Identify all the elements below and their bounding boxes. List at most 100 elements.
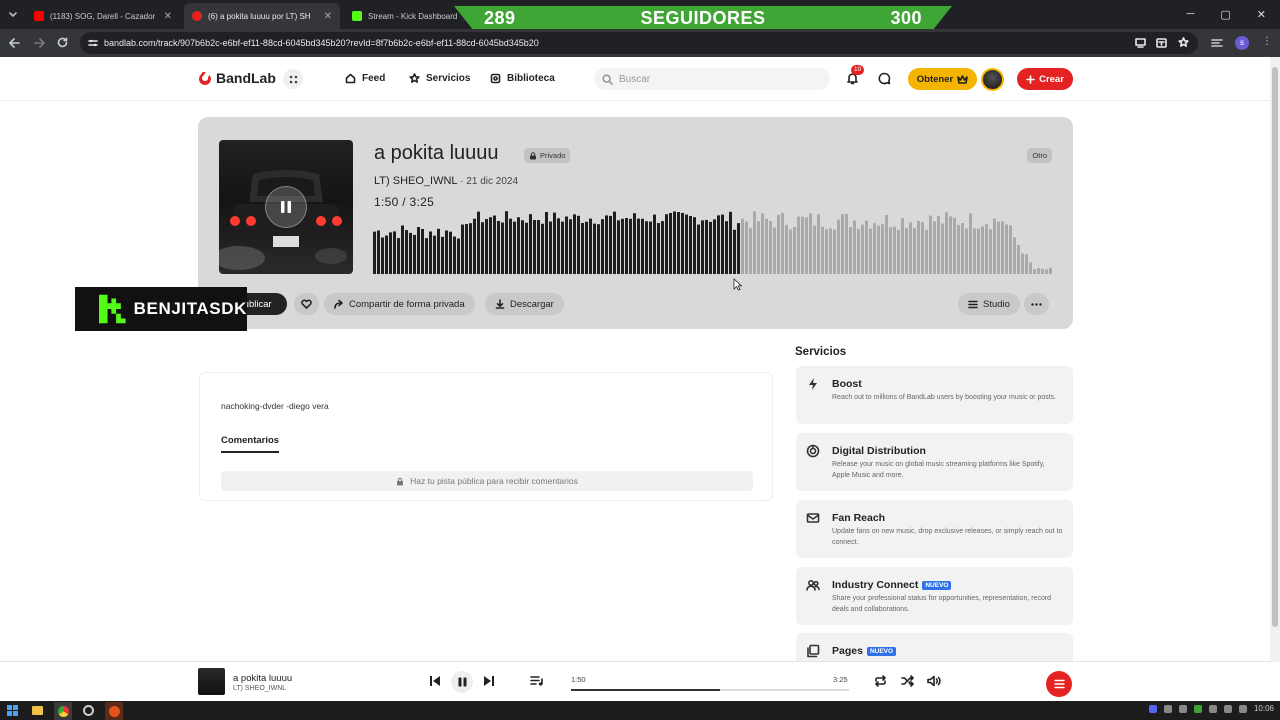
track-cover-art[interactable] — [219, 140, 353, 274]
browser-tab-youtube[interactable]: (1183) SOG, Darell - Cazador (V ✕ — [26, 3, 180, 29]
pause-overlay-button[interactable] — [265, 186, 307, 228]
youtube-icon — [34, 11, 44, 21]
reload-icon[interactable] — [57, 37, 68, 48]
browser-menu-icon[interactable]: ⋮ — [1262, 37, 1272, 47]
player-cover-thumb[interactable] — [198, 668, 225, 695]
download-button[interactable]: Descargar — [485, 293, 564, 315]
minimize-icon[interactable]: ─ — [1187, 8, 1195, 21]
player-progress-bar[interactable] — [571, 689, 849, 691]
previous-icon[interactable] — [429, 675, 441, 687]
tab-search-icon[interactable] — [8, 9, 18, 19]
like-button[interactable] — [294, 293, 319, 315]
wifi-icon[interactable] — [1223, 704, 1232, 713]
waveform-bar — [1017, 244, 1020, 274]
next-icon[interactable] — [483, 675, 495, 687]
waveform-bar — [461, 224, 464, 274]
repeat-icon[interactable] — [874, 675, 887, 687]
waveform-bar — [693, 217, 696, 274]
waveform-bar — [1013, 237, 1016, 274]
waveform-bar — [1045, 269, 1048, 274]
settings-icon[interactable] — [1208, 704, 1217, 713]
apps-grid-icon[interactable] — [283, 69, 303, 89]
waveform-bar — [505, 211, 508, 274]
translate-icon[interactable] — [1156, 38, 1167, 48]
more-options-button[interactable] — [1024, 293, 1049, 315]
queue-button[interactable] — [1046, 671, 1072, 697]
chrome-icon[interactable] — [54, 702, 72, 720]
notifications-button[interactable]: 10 — [846, 65, 865, 85]
scrollbar-thumb[interactable] — [1272, 67, 1278, 627]
close-tab-icon[interactable]: ✕ — [324, 11, 332, 22]
queue-music-icon[interactable] — [530, 675, 543, 687]
page-scrollbar[interactable] — [1270, 57, 1280, 662]
user-avatar[interactable] — [981, 68, 1004, 91]
waveform-bar — [417, 227, 420, 274]
waveform-bar — [861, 224, 864, 274]
waveform-bar — [753, 211, 756, 274]
more-icon — [1031, 302, 1042, 306]
service-desc: Share your professional status for oppor… — [832, 595, 1052, 613]
player-artist[interactable]: LT) SHEO_IWNL — [233, 685, 286, 692]
nav-feed[interactable]: Feed — [345, 73, 385, 84]
share-private-button[interactable]: Compartir de forma privada — [324, 293, 475, 315]
waveform-bar — [805, 217, 808, 274]
player-track-title[interactable]: a pokita luuuu — [233, 673, 292, 684]
mail-icon — [806, 511, 820, 525]
service-digital-distribution[interactable]: Digital Distribution Release your music … — [796, 433, 1073, 491]
forward-icon[interactable] — [34, 38, 45, 48]
waveform-bar — [801, 216, 804, 274]
artist-name[interactable]: LT) SHEO_IWNL — [374, 175, 457, 187]
browser-tab-bandlab[interactable]: (6) a pokita luuuu por LT) SH ✕ — [184, 3, 340, 29]
messages-icon[interactable] — [878, 72, 891, 85]
extensions-icon[interactable] — [1211, 38, 1223, 48]
play-pause-button[interactable] — [451, 671, 473, 693]
browser-toolbar: bandlab.com/track/907b6b2c-e6bf-ef11-88c… — [0, 29, 1280, 57]
tab-comentarios[interactable]: Comentarios — [221, 435, 280, 453]
waveform-bar — [685, 214, 688, 274]
install-icon[interactable] — [1135, 38, 1146, 48]
file-explorer-icon[interactable] — [32, 706, 43, 715]
waveform-bar — [597, 224, 600, 274]
bandlab-logo[interactable]: BandLab — [197, 70, 276, 86]
crear-button[interactable]: Crear — [1017, 68, 1073, 90]
service-boost[interactable]: Boost Reach out to millions of BandLab u… — [796, 366, 1073, 424]
tray-app-icon[interactable] — [1193, 704, 1202, 713]
bandlab-wordmark: BandLab — [216, 70, 276, 86]
bookmark-star-icon[interactable] — [1178, 37, 1189, 48]
waveform-bar — [649, 221, 652, 274]
library-icon — [490, 73, 501, 84]
mouse-cursor-icon — [733, 278, 742, 291]
waveform-bar — [385, 235, 388, 274]
tray-app-icon[interactable] — [1163, 704, 1172, 713]
waveform-bar — [745, 221, 748, 274]
address-bar[interactable]: bandlab.com/track/907b6b2c-e6bf-ef11-88c… — [80, 32, 1198, 54]
waveform-bar — [1033, 269, 1036, 274]
tray-app-icon[interactable] — [1178, 704, 1187, 713]
waveform[interactable] — [373, 211, 1053, 274]
waveform-bar — [869, 228, 872, 274]
service-industry-connect[interactable]: Industry Connect NUEVO Share your profes… — [796, 567, 1073, 625]
obtener-button[interactable]: Obtener — [908, 68, 977, 90]
bandlab-taskbar-icon[interactable] — [105, 702, 123, 720]
list-icon — [1053, 679, 1065, 689]
discord-icon[interactable] — [1148, 704, 1157, 713]
home-icon — [345, 73, 356, 84]
studio-button[interactable]: Studio — [958, 293, 1020, 315]
speaker-icon[interactable] — [1238, 704, 1247, 713]
shuffle-icon[interactable] — [901, 675, 914, 687]
maximize-icon[interactable]: ▢ — [1220, 8, 1230, 21]
close-window-icon[interactable]: ✕ — [1257, 8, 1266, 21]
volume-icon[interactable] — [927, 675, 941, 687]
waveform-bar — [521, 220, 524, 274]
obs-icon[interactable] — [83, 705, 94, 716]
nav-servicios[interactable]: Servicios — [409, 73, 470, 84]
current-time: 1:50 — [374, 195, 399, 209]
profile-avatar[interactable]: s — [1235, 36, 1249, 50]
back-icon[interactable] — [9, 38, 20, 48]
windows-start-icon[interactable] — [7, 705, 18, 716]
nav-biblioteca[interactable]: Biblioteca — [490, 73, 555, 84]
service-fan-reach[interactable]: Fan Reach Update fans on new music, drop… — [796, 500, 1073, 558]
close-tab-icon[interactable]: ✕ — [164, 11, 172, 22]
search-input[interactable]: Buscar — [594, 68, 830, 90]
site-info-icon[interactable] — [88, 38, 98, 48]
